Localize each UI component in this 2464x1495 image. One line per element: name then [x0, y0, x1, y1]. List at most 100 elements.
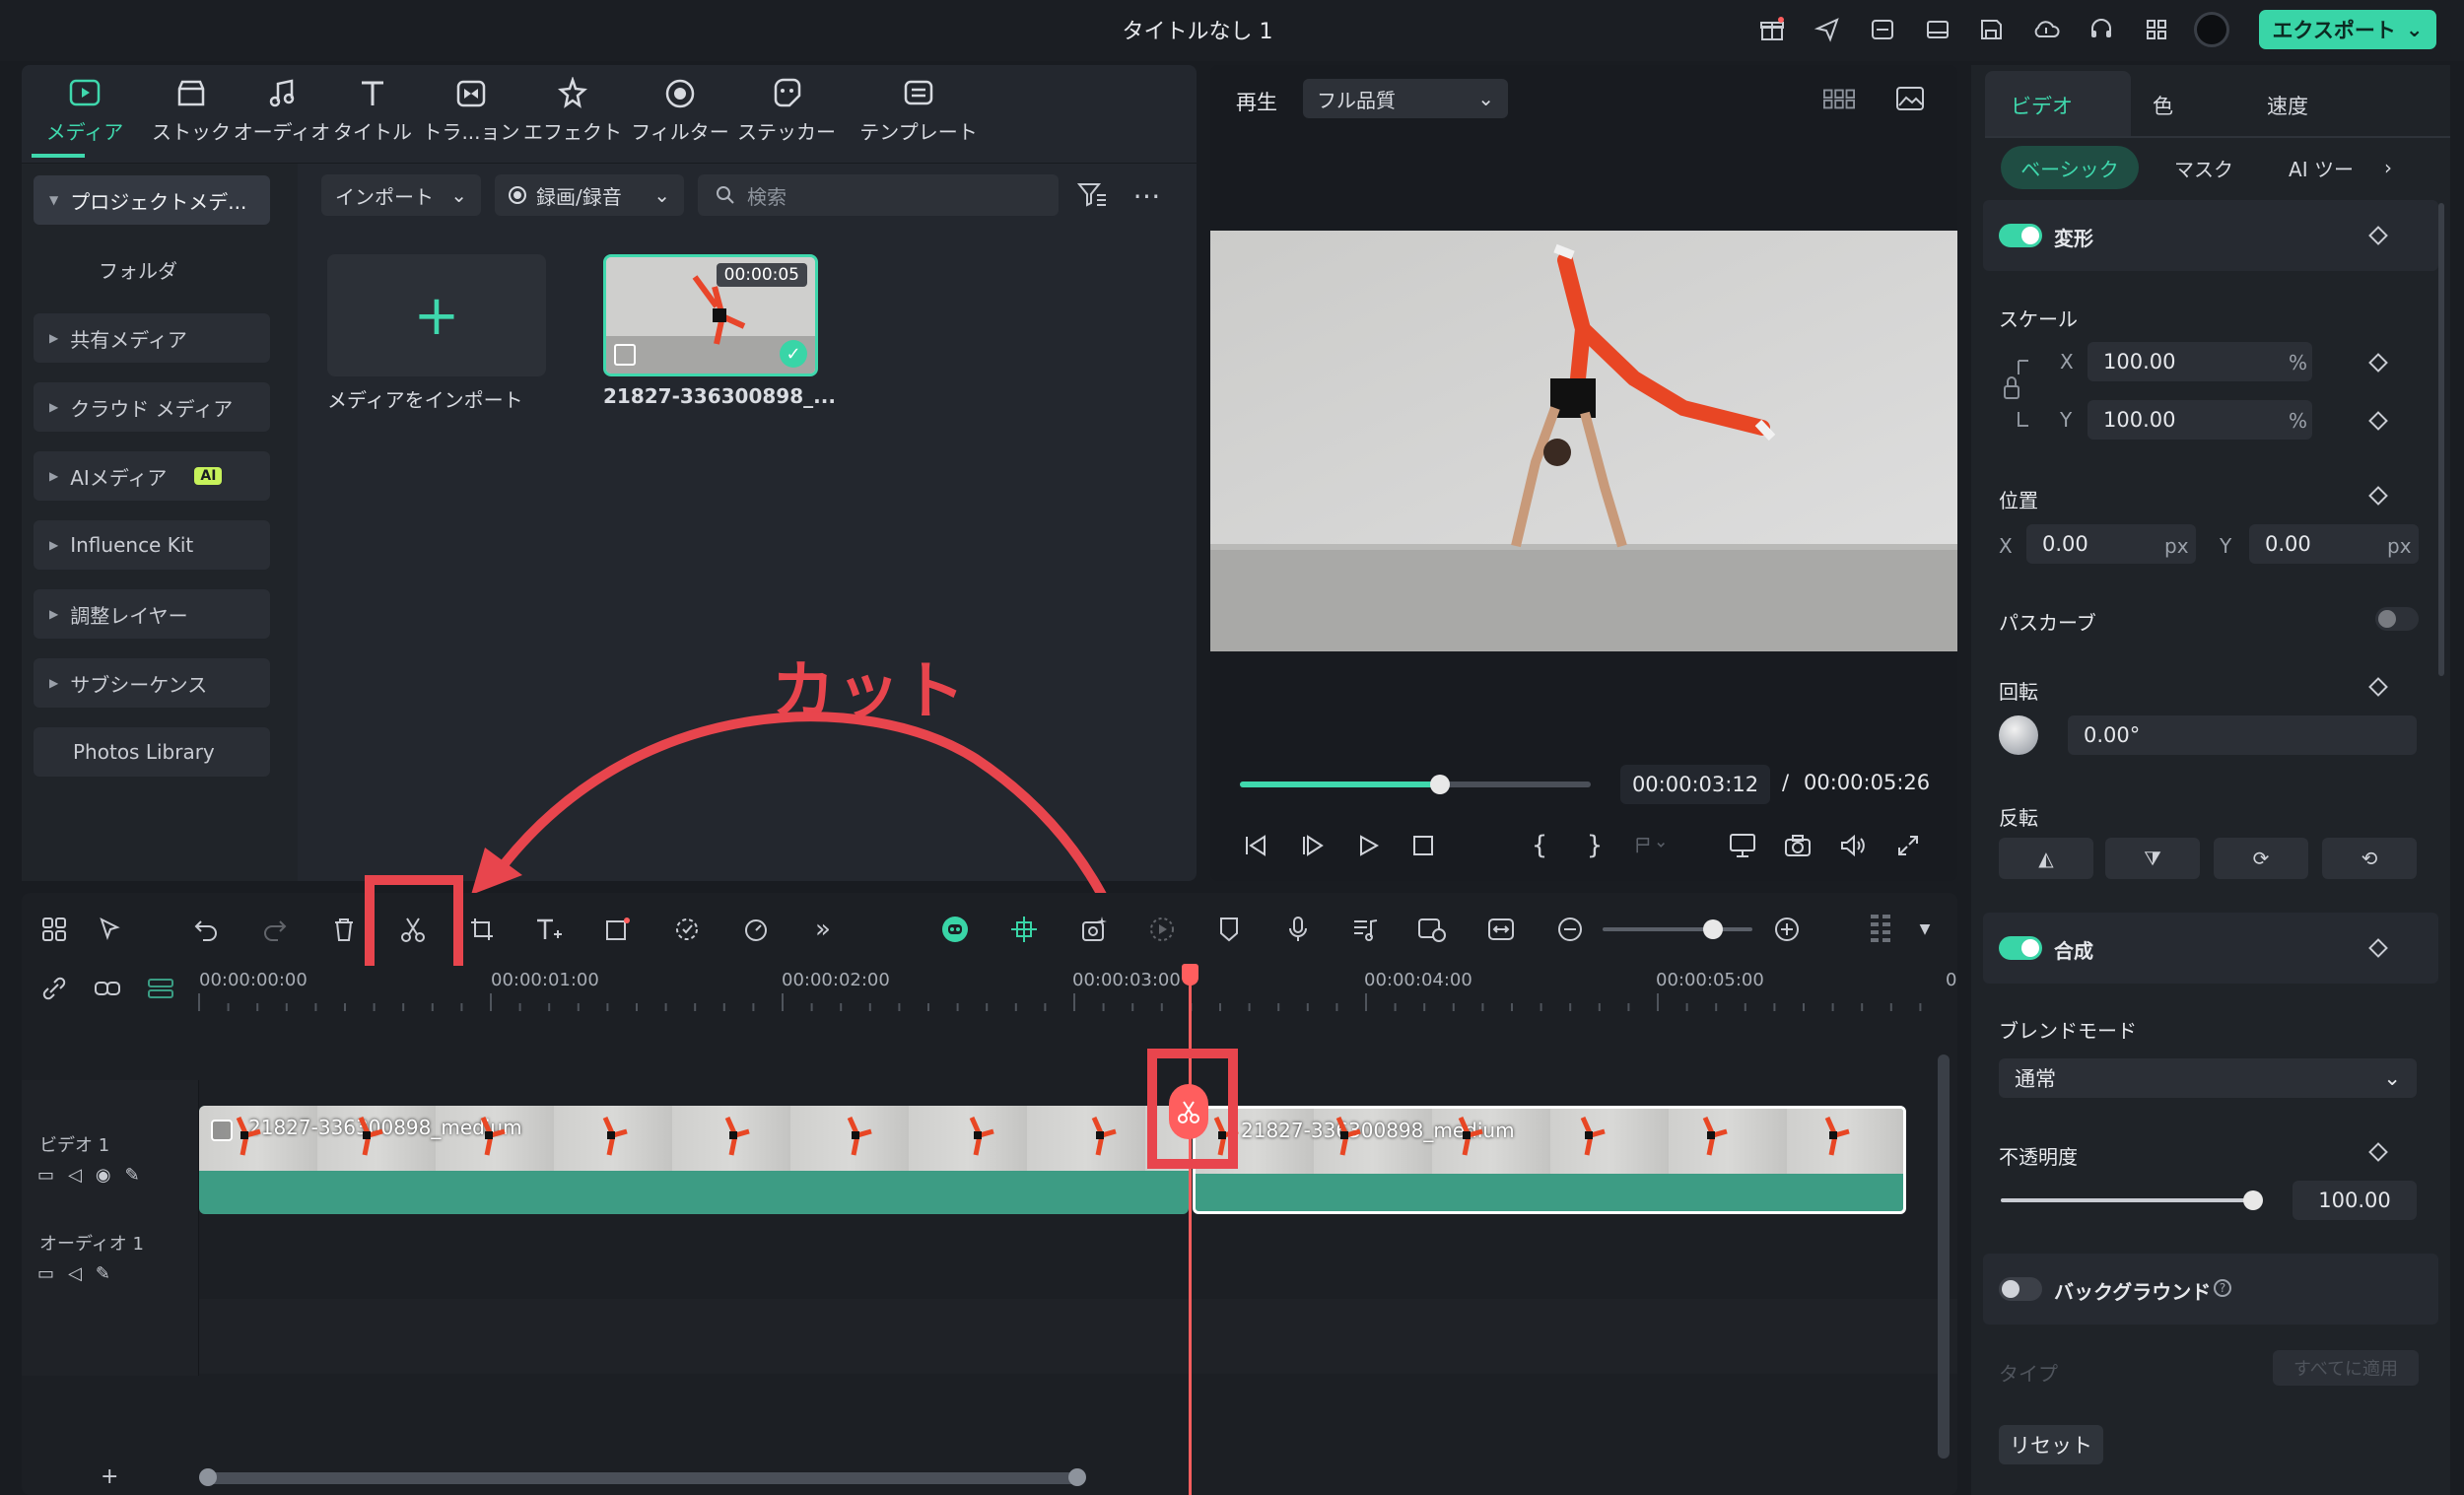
zoom-in-icon[interactable]: [1770, 913, 1804, 946]
marker-icon[interactable]: [1212, 913, 1246, 946]
app-window: タイトルなし 1 エクスポート ⌄ メディア ストック オーディオ タイトル トラ…: [0, 0, 2464, 1495]
playhead-handle[interactable]: [1182, 964, 1198, 985]
layout-grid-icon[interactable]: [37, 913, 71, 946]
link-clips-icon[interactable]: [91, 972, 124, 1005]
subtab-ai-tools[interactable]: AI ツー: [2267, 146, 2375, 189]
more-tools-icon[interactable]: »: [806, 913, 840, 946]
undo-icon[interactable]: [189, 913, 223, 946]
redo-icon[interactable]: [258, 913, 292, 946]
microphone-icon[interactable]: [1281, 913, 1315, 946]
scale-y-field[interactable]: 100.00: [2088, 400, 2312, 440]
scale-x-field[interactable]: 100.00: [2088, 342, 2312, 381]
stop-icon[interactable]: [1407, 830, 1439, 861]
transform-toggle[interactable]: [1999, 224, 2042, 247]
ruler-label: 0: [1946, 970, 1957, 990]
composite-toggle[interactable]: [1999, 936, 2042, 960]
apply-all-button[interactable]: すべてに適用: [2273, 1350, 2419, 1386]
eye-icon[interactable]: ◉: [96, 1165, 125, 1186]
hscroll-right-handle[interactable]: [1068, 1468, 1086, 1486]
track-manage-icon[interactable]: [144, 972, 177, 1005]
flip-horizontal-icon: ◭: [2038, 847, 2054, 870]
rotation-dial[interactable]: [1999, 715, 2038, 755]
scale-y-unit: %: [2289, 409, 2308, 433]
audio-track-lane[interactable]: [199, 1299, 1957, 1374]
zoom-slider-handle[interactable]: [1703, 919, 1723, 939]
prev-frame-icon[interactable]: [1240, 830, 1271, 861]
reset-button[interactable]: リセット: [1999, 1425, 2103, 1464]
position-x-value: 0.00: [2042, 532, 2088, 556]
ai-tool-icon[interactable]: [670, 913, 704, 946]
shape-tool-icon[interactable]: [601, 913, 635, 946]
blend-mode-select[interactable]: 通常 ⌄: [1999, 1058, 2417, 1098]
speed-icon[interactable]: [739, 913, 773, 946]
chevron-right-icon[interactable]: ›: [2373, 146, 2403, 189]
subtab-mask[interactable]: マスク: [2155, 146, 2253, 189]
auto-reframe-icon[interactable]: [1078, 913, 1112, 946]
audio-mixer-icon[interactable]: [1348, 913, 1382, 946]
render-preview-icon[interactable]: [1415, 913, 1449, 946]
rotate-ccw-button[interactable]: ⟲: [2322, 838, 2417, 879]
preview-scrubber-handle[interactable]: [1429, 775, 1450, 794]
folder-lock-icon[interactable]: ▭: [37, 1165, 68, 1186]
mark-in-icon[interactable]: {: [1524, 830, 1555, 861]
volume-icon[interactable]: [1837, 830, 1869, 861]
track-layout-icon[interactable]: [1865, 913, 1898, 946]
mark-out-icon[interactable]: }: [1579, 830, 1610, 861]
display-settings-icon[interactable]: [1727, 830, 1758, 861]
tab-video[interactable]: ビデオ: [2011, 91, 2073, 120]
hscroll-left-handle[interactable]: [199, 1468, 217, 1486]
subtab-basic[interactable]: ベーシック: [2001, 146, 2139, 189]
add-track-button[interactable]: +: [101, 1464, 118, 1489]
snap-icon[interactable]: [1007, 913, 1041, 946]
camera-icon[interactable]: [1782, 830, 1814, 861]
next-frame-icon[interactable]: [1297, 830, 1329, 861]
rotation-field[interactable]: 0.00°: [2068, 715, 2417, 755]
volume-icon[interactable]: ◁: [68, 1263, 96, 1284]
rotate-cw-button[interactable]: ⟳: [2214, 838, 2308, 879]
insert-marker-icon[interactable]: [1634, 830, 1666, 861]
ai-assistant-icon[interactable]: [938, 913, 972, 946]
quality-dropdown[interactable]: フル品質 ⌄: [1303, 79, 1508, 118]
opacity-field[interactable]: 100.00: [2293, 1181, 2417, 1220]
video-preview[interactable]: [1210, 231, 1957, 651]
fit-timeline-icon[interactable]: [1484, 913, 1518, 946]
current-time[interactable]: 00:00:03:12: [1620, 765, 1770, 804]
opacity-slider-track[interactable]: [2001, 1198, 2257, 1202]
volume-icon[interactable]: ◁: [68, 1165, 96, 1186]
zoom-out-icon[interactable]: [1553, 913, 1587, 946]
folder-lock-icon[interactable]: ▭: [37, 1263, 68, 1284]
background-toggle[interactable]: [1999, 1277, 2042, 1301]
timeline-vscroll[interactable]: [1938, 1054, 1950, 1459]
pen-off-icon[interactable]: ✎: [125, 1165, 154, 1186]
opacity-slider-handle[interactable]: [2243, 1190, 2263, 1210]
text-tool-icon[interactable]: [532, 913, 566, 946]
opacity-value: 100.00: [2318, 1189, 2391, 1212]
playhead[interactable]: [1189, 966, 1192, 1495]
tab-speed[interactable]: 速度: [2267, 91, 2308, 120]
delete-icon[interactable]: [327, 913, 361, 946]
ruler-label: 00:00:02:00: [782, 970, 890, 990]
stabilize-icon[interactable]: [1145, 913, 1179, 946]
tab-color[interactable]: 色: [2153, 91, 2173, 120]
crop-icon[interactable]: [465, 913, 499, 946]
scale-x-value: 100.00: [2103, 350, 2176, 374]
caret-down-icon[interactable]: ▼: [1908, 913, 1942, 946]
zoom-slider-track[interactable]: [1603, 927, 1752, 931]
video-track-label: ビデオ 1: [39, 1135, 110, 1156]
play-icon[interactable]: [1352, 830, 1384, 861]
snapshot-image-icon[interactable]: [1894, 83, 1926, 114]
path-curve-toggle[interactable]: [2375, 607, 2419, 631]
link-off-icon[interactable]: [37, 972, 71, 1005]
grid-view-icon[interactable]: [1823, 83, 1855, 114]
flip-horizontal-button[interactable]: ◭: [1999, 838, 2093, 879]
timeline-hscroll[interactable]: [205, 1472, 1082, 1484]
help-icon[interactable]: ?: [2214, 1279, 2231, 1297]
pen-off-icon[interactable]: ✎: [96, 1263, 124, 1284]
properties-scrollbar[interactable]: [2438, 203, 2444, 676]
lock-ratio-icon[interactable]: [2001, 355, 2030, 434]
flip-vertical-icon: ⧩: [2144, 847, 2161, 870]
rotate-cw-icon: ⟳: [2252, 847, 2270, 870]
fullscreen-icon[interactable]: [1892, 830, 1924, 861]
select-tool-icon[interactable]: [95, 913, 128, 946]
flip-vertical-button[interactable]: ⧩: [2105, 838, 2200, 879]
